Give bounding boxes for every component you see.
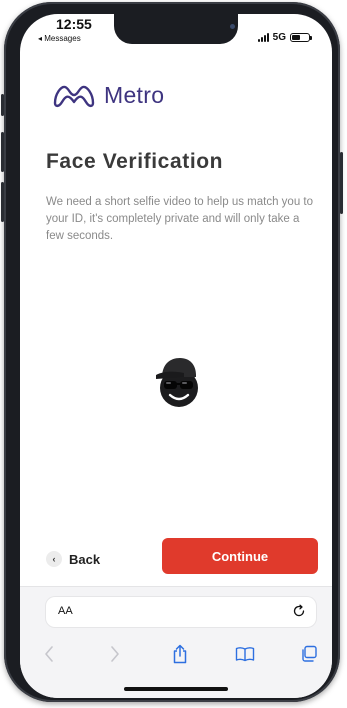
back-button-label: Back: [69, 551, 101, 567]
side-button-power: [340, 152, 343, 214]
phone-frame: 12:55 ◂ Messages 5G Metro Face Verificat…: [1, 2, 343, 702]
back-to-messages-link[interactable]: ◂ Messages: [38, 34, 81, 43]
home-indicator[interactable]: [124, 687, 228, 691]
forward-arrow-icon[interactable]: [104, 643, 126, 665]
browser-toolbar: AA: [20, 586, 332, 698]
side-button-volume-down: [1, 182, 4, 222]
page-title: Face Verification: [46, 150, 224, 173]
page-description: We need a short selfie video to help us …: [46, 196, 313, 242]
back-button[interactable]: ‹ Back: [46, 546, 126, 572]
brand-logo: Metro: [50, 80, 164, 110]
back-arrow-icon[interactable]: [38, 643, 60, 665]
continue-button[interactable]: Continue: [162, 538, 318, 574]
battery-icon: [290, 33, 312, 42]
signal-icon: [257, 33, 269, 42]
metro-logo-icon: [50, 80, 98, 110]
notch: [114, 14, 238, 44]
chevron-left-icon: ‹: [46, 551, 62, 567]
text-size-button[interactable]: AA: [58, 605, 73, 617]
face-avatar-icon: [150, 348, 206, 412]
status-bar: 12:55 ◂ Messages 5G: [20, 14, 332, 58]
share-icon[interactable]: [169, 643, 191, 665]
tabs-icon[interactable]: [298, 643, 320, 665]
battery-level: [292, 35, 300, 40]
network-type: 5G: [272, 32, 286, 43]
browser-nav-row: [20, 643, 332, 667]
status-time: 12:55: [56, 16, 92, 32]
camera-dot: [230, 24, 235, 29]
reload-icon[interactable]: [292, 604, 306, 623]
status-indicators: 5G: [257, 32, 312, 43]
bookmarks-icon[interactable]: [234, 643, 256, 665]
phone-screen: 12:55 ◂ Messages 5G Metro Face Verificat…: [20, 14, 332, 698]
battery-tip: [310, 36, 312, 40]
address-bar[interactable]: AA: [46, 597, 316, 627]
side-button-volume-up: [1, 132, 4, 172]
brand-name: Metro: [104, 81, 165, 108]
side-button-silent: [1, 94, 4, 116]
